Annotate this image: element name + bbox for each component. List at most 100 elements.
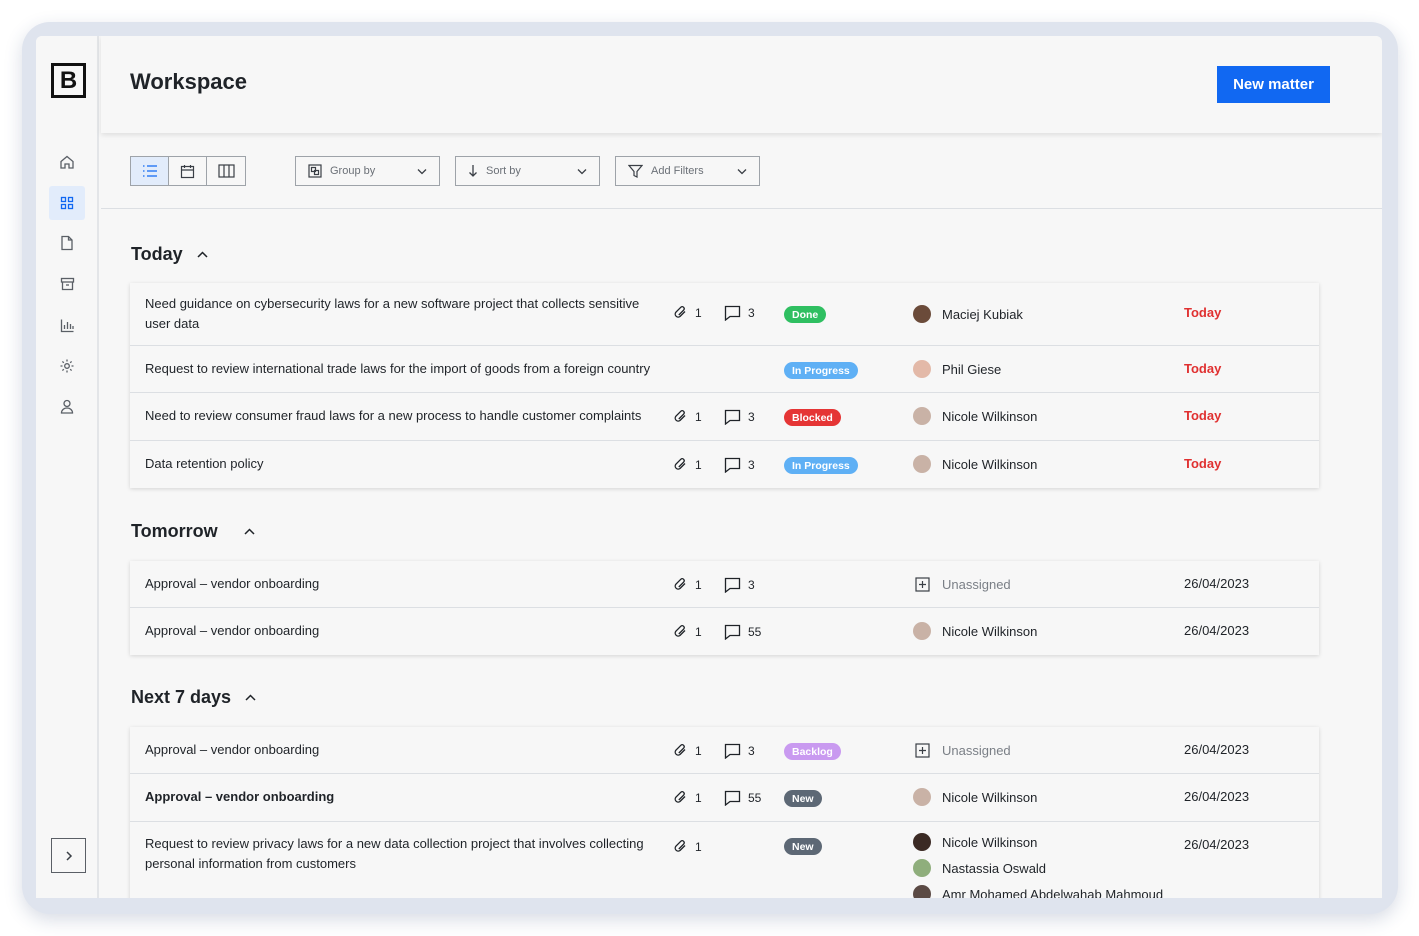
due-date: 26/04/2023 bbox=[1184, 789, 1250, 804]
section-card-today: Need guidance on cybersecurity laws for … bbox=[130, 283, 1319, 488]
list-icon bbox=[142, 165, 157, 177]
table-row[interactable]: Request to review international trade la… bbox=[130, 346, 1319, 393]
archive-icon[interactable] bbox=[49, 267, 85, 301]
matter-title: Need to review consumer fraud laws for a… bbox=[145, 408, 642, 423]
add-assignee-icon[interactable] bbox=[913, 741, 931, 759]
chevron-down-icon bbox=[577, 168, 587, 174]
attachment-count: 1 bbox=[673, 577, 702, 592]
app-window: B Workspace New matter Group by Sort by … bbox=[36, 36, 1382, 898]
attachment-count: 1 bbox=[673, 457, 702, 472]
sort-by-label: Sort by bbox=[486, 165, 521, 177]
chart-icon[interactable] bbox=[49, 308, 85, 342]
section-header-next-7-days[interactable]: Next 7 days bbox=[131, 687, 256, 708]
assignee-list: Nicole Wilkinson bbox=[913, 784, 1037, 810]
comment-icon bbox=[724, 457, 741, 473]
list-view-button[interactable] bbox=[131, 157, 169, 185]
comment-icon bbox=[724, 409, 741, 425]
attachment-count: 1 bbox=[673, 624, 702, 639]
matter-title: Request to review privacy laws for a new… bbox=[145, 836, 644, 871]
chevron-up-icon[interactable] bbox=[245, 694, 256, 701]
view-switcher bbox=[130, 156, 246, 186]
new-matter-button[interactable]: New matter bbox=[1217, 66, 1330, 103]
avatar bbox=[913, 407, 931, 425]
table-row[interactable]: Approval – vendor onboarding 1 55 New Ni… bbox=[130, 774, 1319, 822]
sort-by-dropdown[interactable]: Sort by bbox=[455, 156, 600, 186]
add-assignee-icon[interactable] bbox=[913, 575, 931, 593]
table-row[interactable]: Need guidance on cybersecurity laws for … bbox=[130, 283, 1319, 346]
comment-count: 3 bbox=[724, 577, 755, 593]
status-badge: In Progress bbox=[784, 362, 858, 379]
board-view-button[interactable] bbox=[207, 157, 245, 185]
table-row[interactable]: Request to review privacy laws for a new… bbox=[130, 822, 1319, 898]
avatar bbox=[913, 305, 931, 323]
attachment-count: 1 bbox=[673, 743, 702, 758]
status-badge: Done bbox=[784, 306, 827, 323]
matter-title: Approval – vendor onboarding bbox=[145, 789, 335, 804]
table-row[interactable]: Approval – vendor onboarding 1 3 Unassig… bbox=[130, 561, 1319, 608]
comment-count: 55 bbox=[724, 624, 761, 640]
paperclip-icon bbox=[674, 625, 686, 637]
table-row[interactable]: Need to review consumer fraud laws for a… bbox=[130, 393, 1319, 441]
assignee-list: Maciej Kubiak bbox=[913, 301, 1023, 327]
table-row[interactable]: Approval – vendor onboarding 1 3 Backlog… bbox=[130, 727, 1319, 774]
chevron-down-icon bbox=[737, 168, 747, 174]
status-badge: New bbox=[784, 838, 822, 855]
avatar bbox=[913, 885, 931, 898]
avatar bbox=[913, 455, 931, 473]
user-icon[interactable] bbox=[49, 389, 85, 423]
due-date: Today bbox=[1184, 456, 1222, 471]
due-date: Today bbox=[1184, 408, 1222, 423]
assignee-list: Unassigned bbox=[913, 737, 1011, 763]
table-row[interactable]: Data retention policy 1 3 In Progress Ni… bbox=[130, 441, 1319, 488]
avatar bbox=[913, 833, 931, 851]
avatar bbox=[913, 622, 931, 640]
group-icon bbox=[308, 164, 322, 178]
group-by-label: Group by bbox=[330, 165, 376, 177]
section-header-today[interactable]: Today bbox=[131, 244, 208, 265]
attachment-count: 1 bbox=[673, 790, 702, 805]
gear-icon[interactable] bbox=[49, 349, 85, 383]
grid-icon[interactable] bbox=[49, 186, 85, 220]
matter-title: Request to review international trade la… bbox=[145, 361, 651, 376]
add-filters-dropdown[interactable]: Add Filters bbox=[615, 156, 760, 186]
matter-title: Approval – vendor onboarding bbox=[145, 742, 320, 757]
due-date: Today bbox=[1184, 305, 1222, 320]
status-badge: New bbox=[784, 790, 822, 807]
matter-title: Approval – vendor onboarding bbox=[145, 623, 320, 638]
comment-icon bbox=[724, 577, 741, 593]
home-icon[interactable] bbox=[49, 145, 85, 179]
avatar bbox=[913, 859, 931, 877]
section-header-tomorrow[interactable]: Tomorrow bbox=[131, 521, 255, 542]
due-date: 26/04/2023 bbox=[1184, 837, 1250, 852]
paperclip-icon bbox=[674, 840, 686, 852]
columns-icon bbox=[217, 164, 235, 178]
assignee-list: Nicole Wilkinson Nastassia Oswald Amr Mo… bbox=[913, 829, 1163, 898]
comment-icon bbox=[724, 743, 741, 759]
group-by-dropdown[interactable]: Group by bbox=[295, 156, 440, 186]
arrow-down-icon bbox=[469, 165, 477, 177]
paperclip-icon bbox=[674, 306, 686, 318]
paperclip-icon bbox=[674, 458, 686, 470]
due-date: 26/04/2023 bbox=[1184, 623, 1250, 638]
section-card-tomorrow: Approval – vendor onboarding 1 3 Unassig… bbox=[130, 561, 1319, 655]
section-card-next-7-days: Approval – vendor onboarding 1 3 Backlog… bbox=[130, 727, 1319, 898]
matter-title: Need guidance on cybersecurity laws for … bbox=[145, 296, 640, 331]
due-date: Today bbox=[1184, 361, 1222, 376]
assignee-list: Nicole Wilkinson bbox=[913, 618, 1037, 644]
chevron-down-icon bbox=[417, 168, 427, 174]
table-row[interactable]: Approval – vendor onboarding 1 55 Nicole… bbox=[130, 608, 1319, 655]
expand-sidebar-button[interactable] bbox=[51, 838, 86, 873]
calendar-view-button[interactable] bbox=[169, 157, 207, 185]
chevron-up-icon[interactable] bbox=[197, 251, 208, 258]
logo[interactable]: B bbox=[51, 63, 86, 98]
document-icon[interactable] bbox=[49, 226, 85, 260]
comment-icon bbox=[724, 624, 741, 640]
due-date: 26/04/2023 bbox=[1184, 576, 1250, 591]
matters-list: Today Need guidance on cybersecurity law… bbox=[101, 209, 1382, 898]
assignee-list: Nicole Wilkinson bbox=[913, 403, 1037, 429]
chevron-up-icon[interactable] bbox=[244, 528, 255, 535]
sidebar: B bbox=[36, 36, 99, 898]
page-title: Workspace bbox=[130, 69, 247, 94]
comment-count: 3 bbox=[724, 409, 755, 425]
comment-count: 55 bbox=[724, 790, 761, 806]
